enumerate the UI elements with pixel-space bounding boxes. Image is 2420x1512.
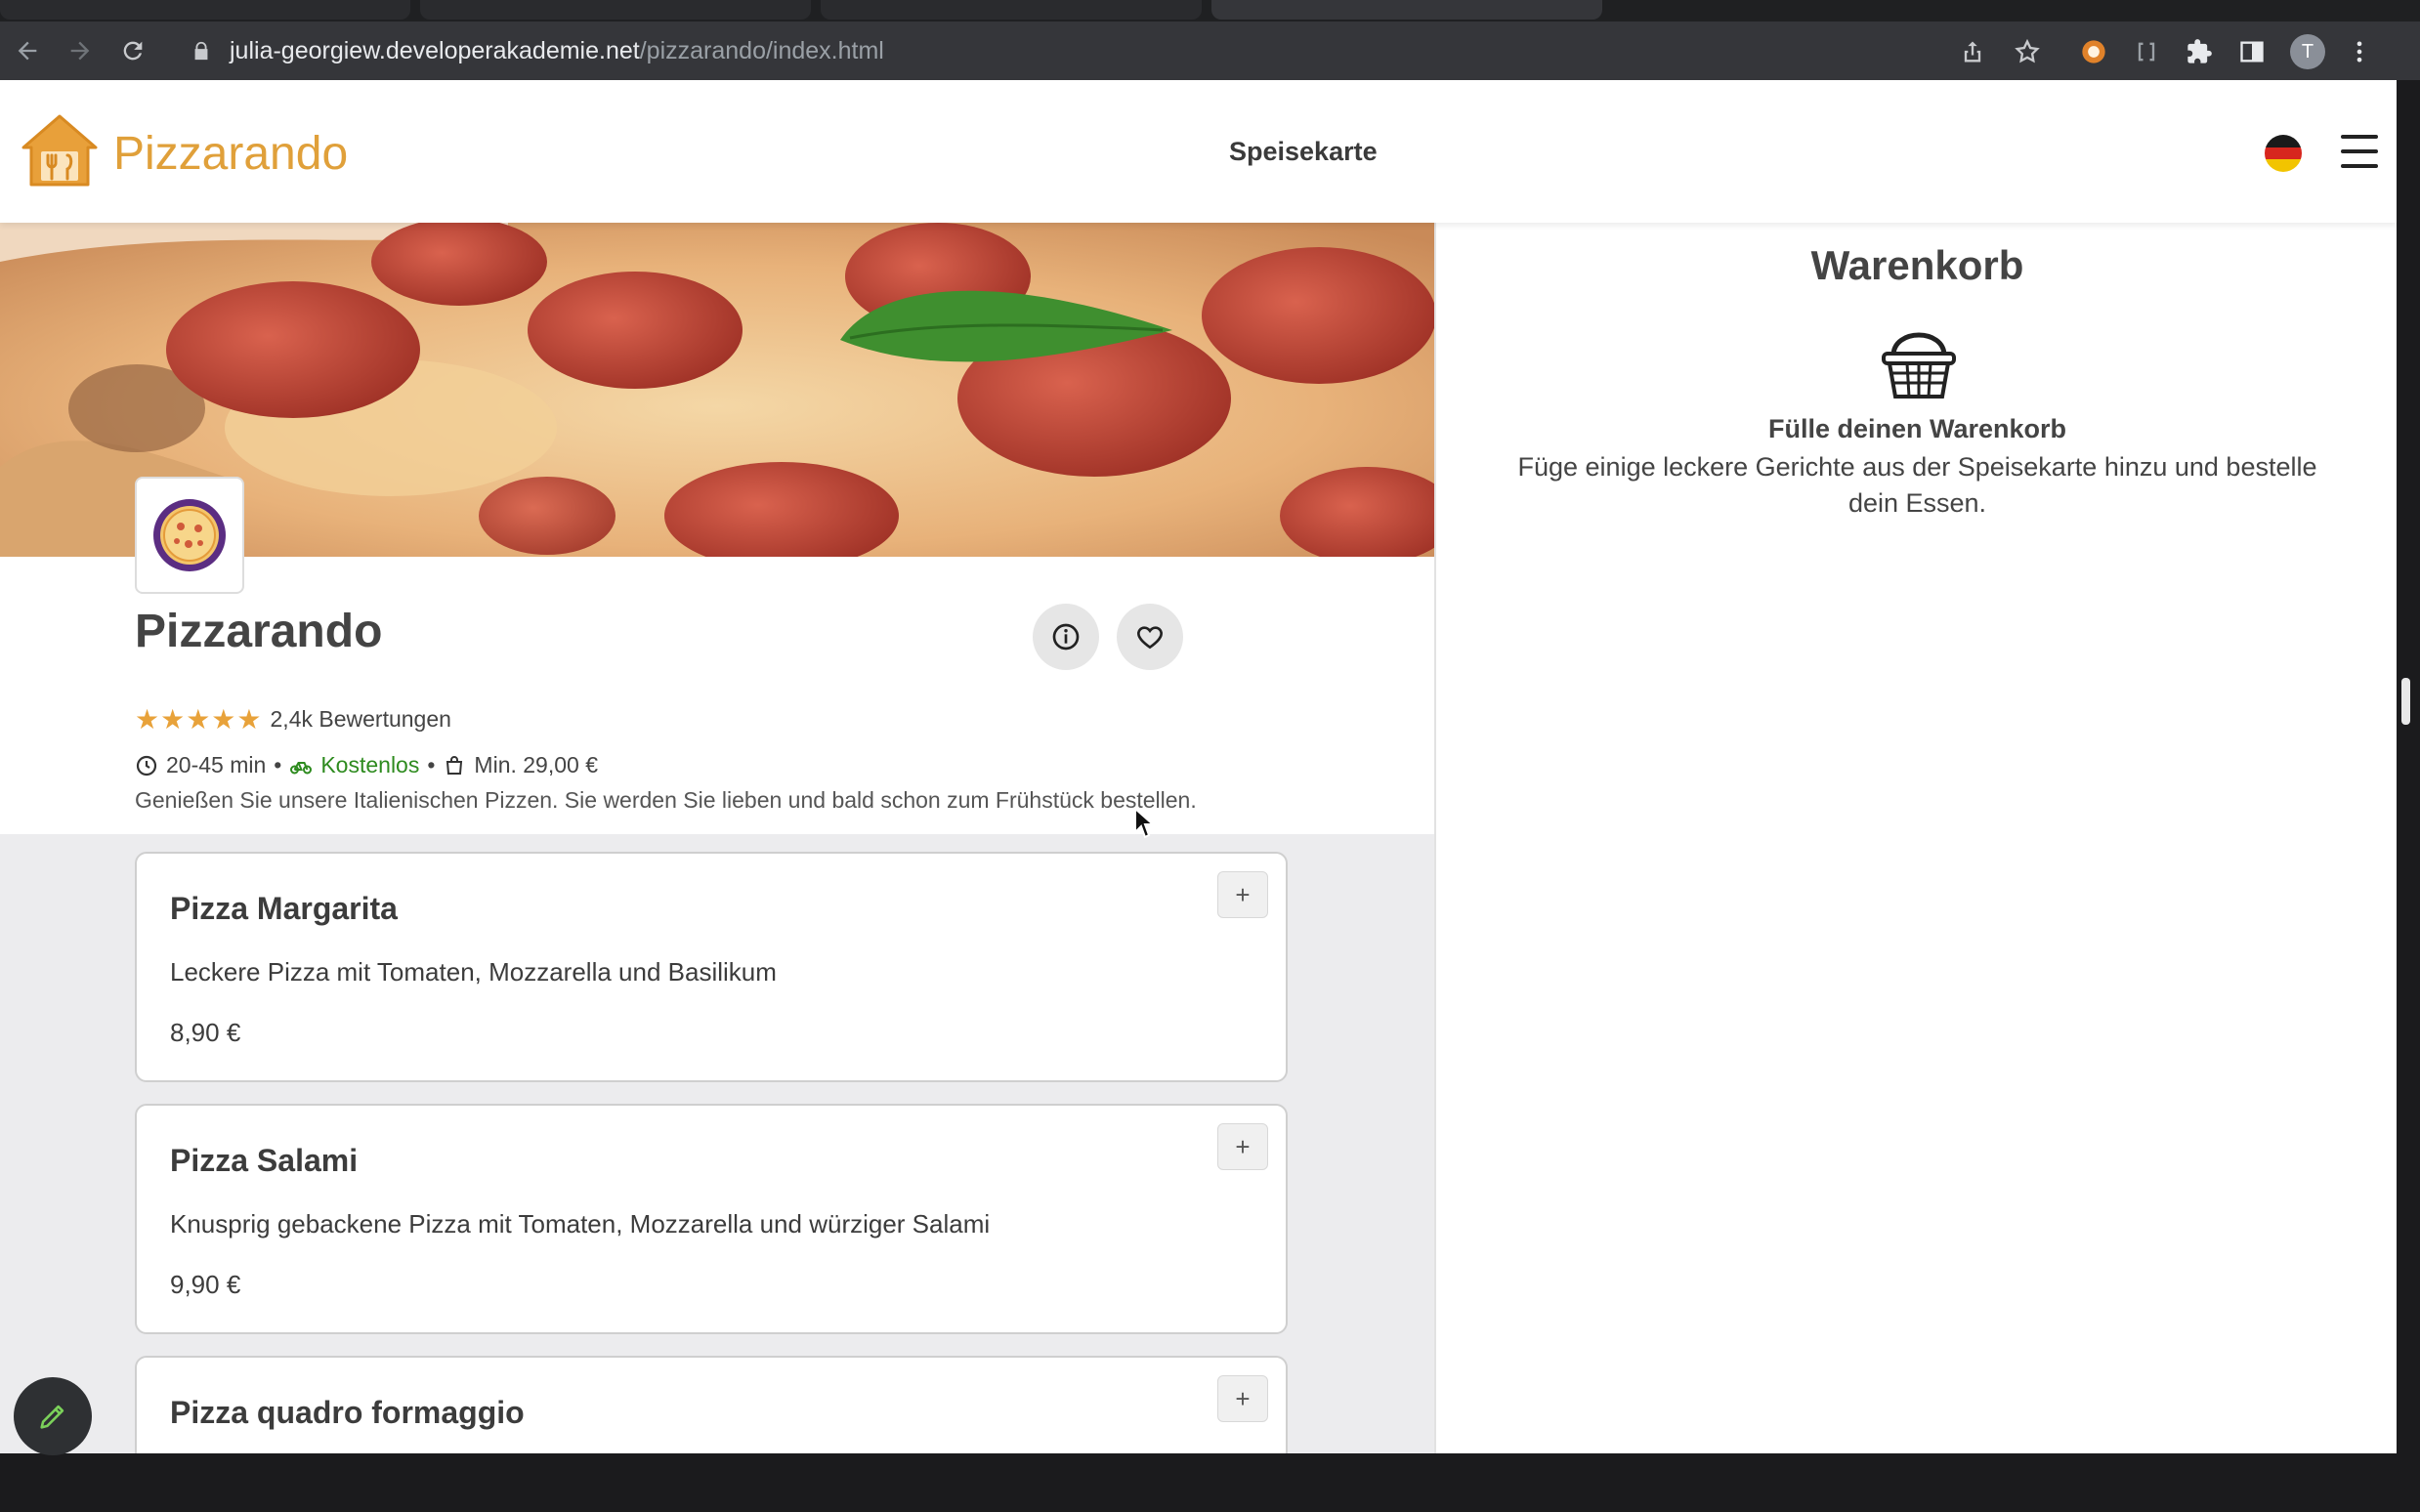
- cart-title: Warenkorb: [1810, 242, 2024, 288]
- pizza-logo-icon: [153, 499, 226, 571]
- rating-row: ★★★★★ 2,4k Bewertungen: [135, 703, 451, 735]
- back-button[interactable]: [10, 33, 45, 68]
- url-path: /pizzarando/index.html: [639, 36, 884, 64]
- web-page: Pizzarando Speisekarte Pizzarando ★★★★★ …: [0, 80, 2397, 1453]
- url-host: julia-georgiew.developerakademie.net: [230, 36, 640, 64]
- separator-dot: •: [274, 752, 282, 777]
- house-fork-knife-logo-icon[interactable]: [20, 112, 100, 189]
- screen-bottom-bar: [0, 1453, 2420, 1512]
- share-button[interactable]: [1958, 37, 1987, 66]
- url-text: julia-georgiew.developerakademie.net/piz…: [230, 37, 884, 65]
- add-to-cart-button[interactable]: +: [1217, 1375, 1268, 1422]
- share-icon: [1964, 41, 1981, 63]
- dish-description: Leckere Pizza mit Tomaten, Mozzarella un…: [170, 957, 777, 987]
- profile-avatar[interactable]: T: [2290, 34, 2325, 69]
- side-panel-icon: [2240, 41, 2264, 63]
- shopping-cart-panel: Warenkorb Fülle deinen Warenkorb Füge ei…: [1434, 223, 2397, 1453]
- extension-button[interactable]: [2079, 37, 2108, 66]
- review-count[interactable]: 2,4k Bewertungen: [271, 706, 451, 733]
- reload-button[interactable]: [115, 33, 150, 68]
- edit-button[interactable]: [14, 1377, 92, 1455]
- reload-icon: [123, 41, 143, 61]
- extension-badge-icon: [2082, 40, 2105, 63]
- extensions-menu-button[interactable]: [2185, 37, 2214, 66]
- extension-button[interactable]: [2132, 37, 2161, 66]
- dish-description: Knusprig gebackene Pizza mit Tomaten, Mo…: [170, 1209, 991, 1239]
- bicycle-icon: [290, 761, 313, 774]
- arrow-right-icon: [70, 41, 90, 61]
- favorite-button[interactable]: [1117, 604, 1183, 670]
- scrollbar-thumb[interactable]: [2401, 678, 2410, 725]
- code-extension-icon: [2138, 42, 2155, 62]
- dish-name: Pizza quadro formaggio: [170, 1395, 525, 1430]
- arrow-left-icon: [18, 41, 37, 61]
- empty-cart-text: Füge einige leckere Gerichte aus der Spe…: [1517, 452, 2317, 518]
- star-rating-icons: ★★★★★: [135, 704, 263, 735]
- brand-name[interactable]: Pizzarando: [113, 127, 348, 181]
- dish-card[interactable]: Pizza quadro formaggio +: [135, 1356, 1288, 1453]
- delivery-info-row: 20-45 min • Kostenlos • Min. 29,00 €: [135, 752, 598, 778]
- browser-tab[interactable]: [0, 0, 410, 20]
- puzzle-icon: [2187, 39, 2212, 63]
- info-icon: [1052, 623, 1080, 651]
- browser-tab-strip: [0, 0, 2420, 21]
- kebab-menu-icon: [2356, 41, 2362, 63]
- delivery-time: 20-45 min: [166, 752, 267, 777]
- restaurant-name: Pizzarando: [135, 606, 383, 657]
- shopping-bag-icon: [446, 755, 463, 775]
- browser-tab-active[interactable]: [1211, 0, 1602, 20]
- add-to-cart-button[interactable]: +: [1217, 1123, 1268, 1170]
- hamburger-menu-icon[interactable]: [2341, 135, 2378, 168]
- dish-price: 8,90 €: [170, 1018, 241, 1047]
- clock-icon: [136, 755, 157, 776]
- minimum-order: Min. 29,00 €: [474, 752, 599, 777]
- dish-name: Pizza Salami: [170, 1143, 359, 1178]
- delivery-cost: Kostenlos: [320, 752, 420, 777]
- empty-cart-title: Fülle deinen Warenkorb: [1767, 414, 2067, 443]
- browser-toolbar: julia-georgiew.developerakademie.net/piz…: [0, 21, 2420, 80]
- mouse-cursor-icon: [1134, 807, 1155, 839]
- forward-button[interactable]: [63, 33, 98, 68]
- german-flag-language-icon[interactable]: [2265, 135, 2302, 172]
- browser-menu-button[interactable]: [2345, 37, 2374, 66]
- dish-name: Pizza Margarita: [170, 891, 398, 926]
- restaurant-info: Pizzarando ★★★★★ 2,4k Bewertungen 20-45 …: [0, 557, 1434, 834]
- address-bar[interactable]: julia-georgiew.developerakademie.net/piz…: [171, 29, 2156, 72]
- browser-tab[interactable]: [420, 0, 811, 20]
- browser-tab[interactable]: [821, 0, 1202, 20]
- profile-initial: T: [2301, 40, 2314, 63]
- basket-icon: [1882, 332, 1956, 399]
- separator-dot: •: [427, 752, 436, 777]
- side-panel-button[interactable]: [2237, 37, 2267, 66]
- info-button[interactable]: [1033, 604, 1099, 670]
- dish-card[interactable]: Pizza Margarita + Leckere Pizza mit Toma…: [135, 852, 1288, 1082]
- pencil-icon: [40, 1405, 64, 1429]
- menu-column: Pizzarando ★★★★★ 2,4k Bewertungen 20-45 …: [0, 223, 1434, 1453]
- site-header: Pizzarando Speisekarte: [0, 80, 2397, 223]
- star-outline-icon: [2015, 38, 2040, 63]
- nav-speisekarte-link[interactable]: Speisekarte: [1229, 137, 1378, 167]
- dish-card[interactable]: Pizza Salami + Knusprig gebackene Pizza …: [135, 1104, 1288, 1334]
- dish-price: 9,90 €: [170, 1270, 241, 1299]
- add-to-cart-button[interactable]: +: [1217, 871, 1268, 918]
- bookmark-button[interactable]: [2013, 37, 2042, 66]
- heart-icon: [1137, 626, 1163, 650]
- restaurant-logo: [135, 477, 244, 594]
- restaurant-description: Genießen Sie unsere Italienischen Pizzen…: [135, 787, 1197, 813]
- lock-icon: [194, 41, 208, 61]
